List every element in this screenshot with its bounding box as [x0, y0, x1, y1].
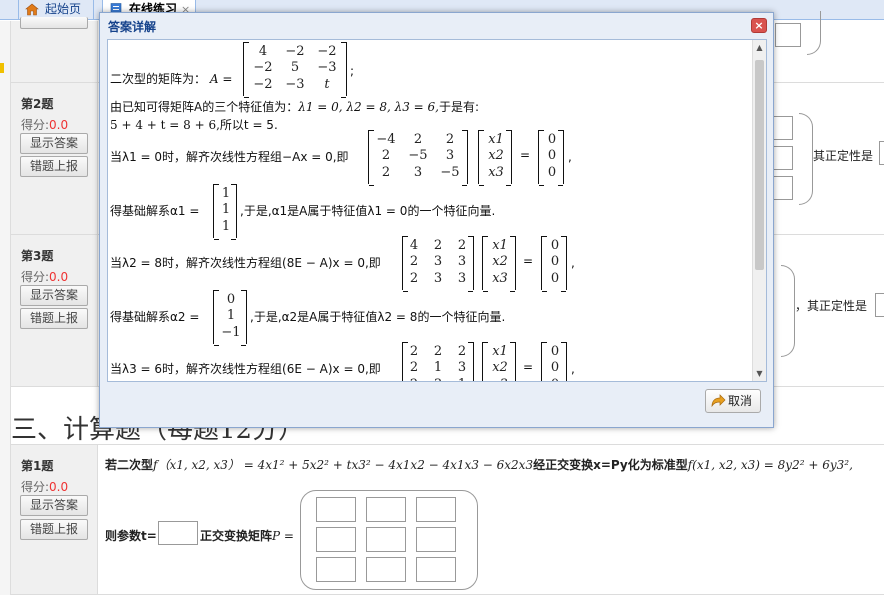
- matrix-8e-minus-a: 422 233 233: [402, 236, 474, 292]
- equals: =: [523, 360, 534, 374]
- question-meta: 第2题 得分:0.0 显示答案 错题上报: [11, 83, 98, 234]
- bracket-decoration: [781, 265, 795, 357]
- zero-vector: 000: [538, 130, 564, 186]
- matrix-label: 正交变换矩阵P =: [200, 529, 294, 543]
- matrix-a: 4 −2 −2 −2 5 −3 −2 −3 t: [243, 42, 347, 98]
- zero-vector: 000: [541, 342, 567, 381]
- matrix-minus-a: −4 2 2 2 −5 3 2 3 −5: [368, 130, 468, 186]
- alpha1-conclusion: ,于是,α1是A属于特征值λ1 = 0的一个特征向量.: [240, 204, 496, 218]
- matrix-cell[interactable]: [316, 557, 356, 582]
- equals: =: [520, 148, 531, 162]
- scroll-thumb[interactable]: [755, 60, 764, 270]
- report-error-button[interactable]: 错题上报: [20, 308, 88, 329]
- comma: ,: [571, 256, 575, 270]
- question-number: 第3题: [21, 249, 54, 263]
- report-error-button[interactable]: 错题上报: [20, 156, 88, 177]
- report-error-button[interactable]: [20, 17, 88, 29]
- semicolon: ;: [350, 64, 355, 78]
- strip-marker: [0, 63, 4, 73]
- cancel-button[interactable]: 取消: [705, 389, 761, 413]
- comma: ,: [568, 150, 572, 164]
- matrix-a-line: 二次型的矩阵为： A =: [110, 72, 233, 86]
- alpha1-line: 得基础解系α1 =: [110, 204, 200, 218]
- show-answer-button[interactable]: 显示答案: [20, 285, 88, 306]
- scroll-up-icon[interactable]: ▲: [755, 43, 764, 52]
- dialog-title: 答案详解: [108, 20, 157, 34]
- definiteness-label: 其正定性是: [813, 149, 874, 163]
- definiteness-label: ，其正定性是: [795, 299, 868, 313]
- definiteness-input[interactable]: [879, 141, 884, 165]
- matrix-cell[interactable]: [366, 557, 406, 582]
- question-row-calc-1: 第1题 得分:0.0 显示答案 错题上报 若二次型f（x1, x2, x3） =…: [11, 444, 884, 595]
- report-error-button[interactable]: 错题上报: [20, 519, 88, 540]
- param-label: 则参数t=: [105, 529, 157, 543]
- definiteness-input[interactable]: [875, 293, 884, 317]
- question-meta: 第3题 得分:0.0 显示答案 错题上报: [11, 235, 98, 386]
- vector-x: x1x2x3: [478, 130, 512, 186]
- param-t-input[interactable]: [158, 521, 198, 545]
- question-score: 得分:0.0: [21, 118, 69, 132]
- question-score: 得分:0.0: [21, 270, 69, 284]
- bracket-decoration: [799, 113, 813, 205]
- lambda1-line: 当λ1 = 0时，解齐次线性方程组−Ax = 0,即: [110, 150, 349, 164]
- alpha2-conclusion: ,于是,α2是A属于特征值λ2 = 8的一个特征向量.: [250, 310, 506, 324]
- matrix-cell[interactable]: [416, 557, 456, 582]
- dialog-body[interactable]: 二次型的矩阵为： A = 4 −2 −2 −2 5 −3 −2 −3 t ; 由已知可得矩阵…: [107, 39, 767, 382]
- alpha1-vector: 111: [213, 184, 237, 240]
- matrix-cell[interactable]: [316, 527, 356, 552]
- question-number: 第2题: [21, 97, 54, 111]
- vector-x: x1x2x3: [482, 236, 516, 292]
- matrix-cell[interactable]: [416, 527, 456, 552]
- equals: =: [523, 254, 534, 268]
- show-answer-button[interactable]: 显示答案: [20, 133, 88, 154]
- show-answer-button[interactable]: 显示答案: [20, 495, 88, 516]
- cancel-label: 取消: [728, 394, 753, 408]
- answer-dialog: 答案详解 × 二次型的矩阵为： A = 4 −2 −2 −2 5 −3 −2 −3 t ; …: [99, 12, 774, 428]
- trace-line: 5 + 4 + t = 8 + 6,所以t = 5.: [110, 118, 278, 132]
- matrix-cell[interactable]: [366, 497, 406, 522]
- question-score: 得分:0.0: [21, 480, 69, 494]
- scroll-down-icon[interactable]: ▼: [755, 369, 764, 378]
- matrix-cell[interactable]: [316, 497, 356, 522]
- zero-vector: 000: [541, 236, 567, 292]
- answer-box[interactable]: [775, 23, 801, 47]
- matrix-cell[interactable]: [366, 527, 406, 552]
- close-icon[interactable]: ×: [751, 18, 767, 33]
- lambda2-line: 当λ2 = 8时，解齐次线性方程组(8E − A)x = 0,即: [110, 256, 381, 270]
- lambda3-line: 当λ3 = 6时，解齐次线性方程组(6E − A)x = 0,即: [110, 362, 381, 376]
- tab-home-label: 起始页: [45, 2, 82, 16]
- question-meta: [11, 17, 98, 82]
- comma: ,: [571, 362, 575, 376]
- matrix-6e-minus-a: 222 213 231: [402, 342, 474, 381]
- dialog-scrollbar[interactable]: ▲ ▼: [752, 40, 766, 381]
- alpha2-line: 得基础解系α2 =: [110, 310, 200, 324]
- bracket-decoration: [807, 11, 821, 55]
- question-meta: 第1题 得分:0.0 显示答案 错题上报: [11, 445, 98, 594]
- home-icon: [25, 3, 39, 16]
- vector-x: x1x2x3: [482, 342, 516, 381]
- question-stem: 若二次型f（x1, x2, x3） = 4x1² + 5x2² + tx3² −…: [105, 458, 853, 472]
- left-strip: [0, 21, 11, 595]
- alpha2-vector: 0 1 −1: [213, 290, 247, 346]
- eigenvalue-line: 由已知可得矩阵A的三个特征值为：λ1 = 0, λ2 = 8, λ3 = 6,于…: [110, 100, 480, 114]
- undo-arrow-icon: [711, 394, 726, 408]
- question-number: 第1题: [21, 459, 54, 473]
- matrix-cell[interactable]: [416, 497, 456, 522]
